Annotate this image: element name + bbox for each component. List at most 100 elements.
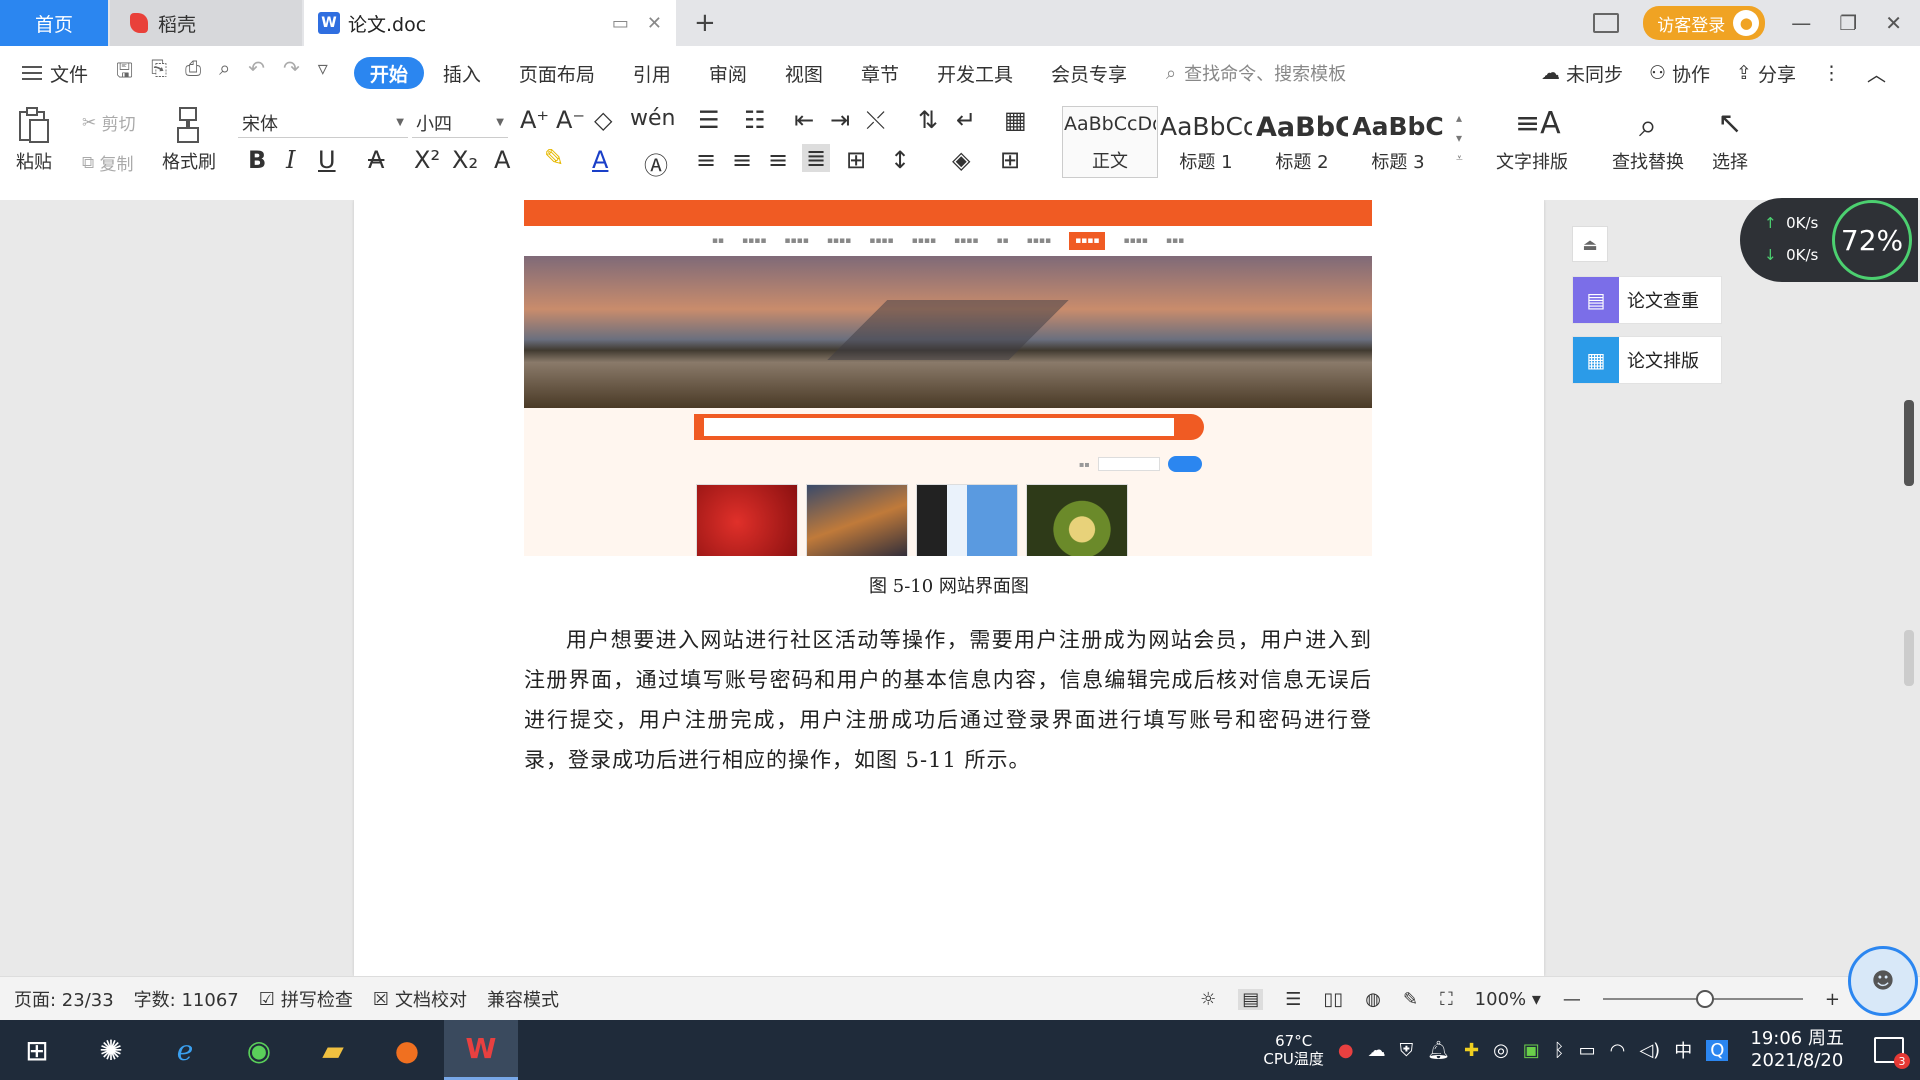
italic-button[interactable]: I — [286, 146, 295, 174]
notification-bell-icon[interactable]: 🔔︎ — [1427, 1040, 1450, 1061]
redo-icon[interactable]: ↷ — [283, 56, 300, 90]
phonetic-guide-icon[interactable]: wén — [630, 106, 675, 131]
align-center-icon[interactable]: ≡ — [732, 146, 752, 174]
superscript-icon[interactable]: X² — [414, 146, 440, 174]
tab-insert[interactable]: 插入 — [424, 57, 500, 89]
eye-protect-icon[interactable]: ☼ — [1200, 989, 1216, 1010]
text-layout-button[interactable]: ≡A 文字排版 — [1496, 106, 1568, 174]
battery-icon[interactable]: ▭ — [1579, 1040, 1596, 1061]
bullet-list-icon[interactable]: ☰ — [698, 106, 720, 134]
close-window-icon[interactable]: ✕ — [1885, 11, 1902, 35]
style-normal[interactable]: AaBbCcDd 正文 — [1062, 106, 1158, 178]
bold-button[interactable]: B — [248, 146, 266, 174]
word-count[interactable]: 字数: 11067 — [134, 986, 239, 1012]
style-heading-2[interactable]: AaBbC 标题 2 — [1254, 106, 1350, 178]
windows-start-icon[interactable]: ⊞ — [0, 1020, 74, 1080]
cut-button[interactable]: ✂ 剪切 — [82, 110, 136, 136]
decrease-indent-icon[interactable]: ⇤ — [794, 106, 814, 134]
restore-icon[interactable]: ❐ — [1839, 11, 1857, 35]
share-button[interactable]: ⇪ 分享 — [1736, 60, 1796, 87]
wps-office-icon[interactable]: W — [444, 1020, 518, 1080]
app-mascot-icon[interactable]: ● — [370, 1020, 444, 1080]
shading-icon[interactable]: ◈ — [952, 146, 970, 174]
command-search[interactable]: ⌕ 查找命令、搜索模板 — [1166, 60, 1346, 86]
qq-icon[interactable]: Q — [1706, 1039, 1729, 1061]
close-tab-icon[interactable]: ✕ — [647, 13, 662, 34]
collaborate-button[interactable]: ⚇ 协作 — [1649, 60, 1710, 87]
tab-chapter[interactable]: 章节 — [842, 57, 918, 89]
document-page[interactable]: ▪▪ ▪▪▪▪ ▪▪▪▪ ▪▪▪▪ ▪▪▪▪ ▪▪▪▪ ▪▪▪▪ ▪▪ ▪▪▪▪ ▪▪▪▪ ▪▪▪▪… — [354, 200, 1544, 976]
borders-icon[interactable]: ⊞ — [1000, 146, 1020, 174]
font-size-select[interactable]: 小四 ▼ — [412, 108, 508, 138]
find-replace-button[interactable]: ⌕ 查找替换 — [1612, 106, 1684, 174]
write-mode-icon[interactable]: ✎ — [1403, 989, 1418, 1010]
minimize-icon[interactable]: — — [1791, 11, 1811, 35]
bluetooth-icon[interactable]: ᛒ — [1554, 1040, 1565, 1061]
browser-360-icon[interactable]: ◉ — [222, 1020, 296, 1080]
action-center-icon[interactable]: 3 — [1874, 1037, 1910, 1069]
tab-home[interactable]: 首页 — [0, 0, 108, 46]
tab-references[interactable]: 引用 — [614, 57, 690, 89]
style-heading-1[interactable]: AaBbCc 标题 1 — [1158, 106, 1254, 178]
web-view-icon[interactable]: ◍ — [1365, 989, 1381, 1010]
numbered-list-icon[interactable]: ☷ — [744, 106, 766, 134]
output-pdf-icon[interactable]: ⎘ — [151, 56, 167, 90]
styles-scroll-icon[interactable]: ▴ ▾ ⩡ — [1456, 108, 1463, 168]
distribute-icon[interactable]: ⊞ — [846, 146, 866, 174]
ime-indicator[interactable]: 中 — [1674, 1037, 1692, 1063]
file-explorer-icon[interactable]: ▰ — [296, 1020, 370, 1080]
underline-button[interactable]: U — [318, 146, 336, 174]
page-view-icon[interactable]: ▤ — [1238, 988, 1264, 1010]
tray-plus-icon[interactable]: ✚ — [1464, 1040, 1479, 1061]
copy-button[interactable]: ⧉ 复制 — [82, 150, 134, 176]
nvidia-icon[interactable]: ▣ — [1523, 1040, 1540, 1061]
guest-login-button[interactable]: 访客登录 ● — [1643, 6, 1766, 40]
vertical-scrollbar-thumb[interactable] — [1904, 400, 1914, 486]
clear-format-icon[interactable]: ◇ — [594, 106, 612, 134]
tray-cloud-icon[interactable]: ☁ — [1368, 1040, 1386, 1061]
fit-page-icon[interactable]: ⛶ — [1440, 989, 1453, 1010]
zoom-slider[interactable] — [1602, 990, 1803, 1008]
save-icon[interactable]: 🖫 — [116, 56, 133, 90]
more-options-icon[interactable]: ⋮ — [1822, 62, 1841, 84]
tab-start[interactable]: 开始 — [353, 57, 424, 89]
customize-toolbar-icon[interactable]: ▿ — [318, 56, 328, 90]
clock[interactable]: 19:06 周五 2021/8/20 — [1750, 1028, 1844, 1072]
reading-view-icon[interactable]: ▯▯ — [1323, 989, 1343, 1010]
text-effect-icon[interactable]: A — [494, 146, 510, 174]
zoom-slider-knob[interactable] — [1695, 990, 1714, 1008]
tab-member[interactable]: 会员专享 — [1032, 57, 1146, 89]
print-icon[interactable]: ⎙ — [185, 56, 201, 90]
paper-check-button[interactable]: ▤ 论文查重 — [1572, 276, 1722, 324]
grow-font-icon[interactable]: A⁺ — [520, 106, 549, 134]
tab-view[interactable]: 视图 — [766, 57, 842, 89]
tray-app-icon[interactable]: ● — [1338, 1040, 1354, 1061]
ie-browser-icon[interactable]: ℯ — [148, 1020, 222, 1080]
zoom-select[interactable]: 100% ▾ — [1475, 989, 1541, 1010]
sort-icon[interactable]: ⇅ — [918, 106, 938, 134]
paper-format-button[interactable]: ▦ 论文排版 — [1572, 336, 1722, 384]
network-speed-widget[interactable]: ↑ 0K/s ↓ 0K/s 72% — [1740, 198, 1918, 282]
line-spacing-icon[interactable]: ↕ — [890, 146, 910, 174]
outline-view-icon[interactable]: ☰ — [1285, 989, 1301, 1010]
page-count[interactable]: 页面: 23/33 — [14, 986, 114, 1012]
table-ruler-icon[interactable]: ▦ — [1004, 106, 1027, 134]
style-heading-3[interactable]: AaBbC 标题 3 — [1350, 106, 1446, 178]
font-color-icon[interactable]: A — [592, 146, 608, 174]
sync-status-button[interactable]: ☁ 未同步 — [1541, 60, 1623, 87]
volume-icon[interactable]: ◁) — [1639, 1040, 1660, 1061]
detach-window-icon[interactable]: ▭ — [612, 13, 629, 34]
wifi-icon[interactable]: ◠ — [1610, 1040, 1626, 1061]
print-preview-icon[interactable]: ⌕ — [219, 56, 230, 90]
zoom-out-icon[interactable]: — — [1563, 989, 1581, 1010]
tray-app2-icon[interactable]: ◎ — [1493, 1040, 1509, 1061]
collapse-ribbon-icon[interactable]: ︿ — [1867, 60, 1886, 87]
tab-developer[interactable]: 开发工具 — [918, 57, 1032, 89]
cpu-temp-widget[interactable]: 67°C CPU温度 — [1263, 1032, 1324, 1068]
show-marks-icon[interactable]: ↵ — [956, 106, 976, 134]
format-painter-button[interactable]: 格式刷 — [162, 106, 216, 174]
file-menu[interactable]: 文件 — [22, 60, 88, 87]
undo-icon[interactable]: ↶ — [248, 56, 265, 90]
doc-proof-button[interactable]: ☒ 文档校对 — [373, 986, 467, 1012]
tab-review[interactable]: 审阅 — [690, 57, 766, 89]
